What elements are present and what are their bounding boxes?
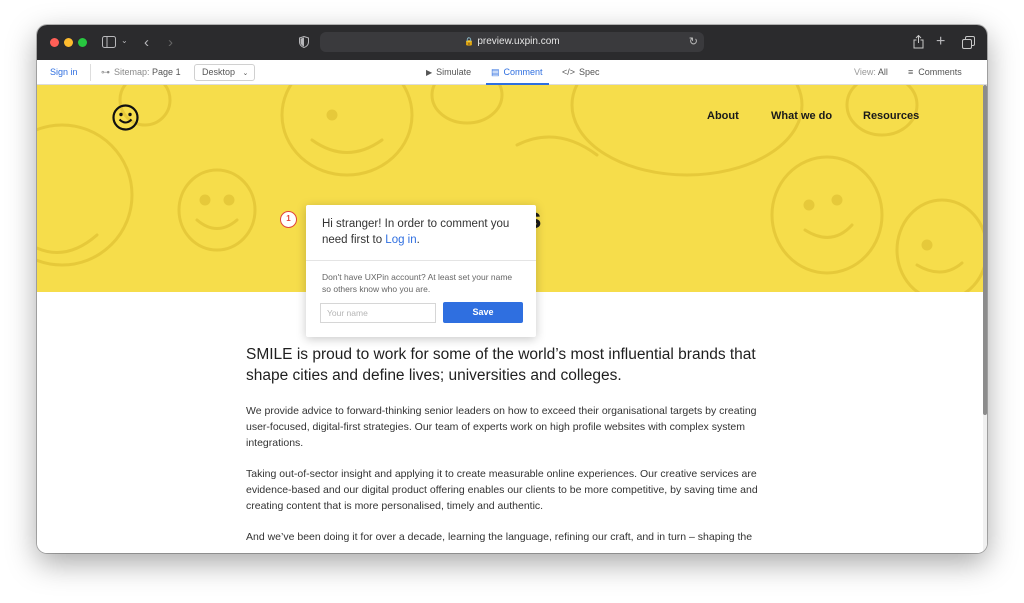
comment-icon: ▤ [491, 67, 500, 77]
popup-note: Don't have UXPin account? At least set y… [322, 272, 513, 294]
intro-lead: SMILE is proud to work for some of the w… [246, 346, 756, 384]
address-bar[interactable]: 🔒 preview.uxpin.com ↻ [320, 32, 704, 52]
nav-resources[interactable]: Resources [863, 110, 919, 122]
comment-label: Comment [503, 67, 543, 77]
scrollbar[interactable] [983, 85, 987, 553]
sitemap-page: Page 1 [152, 67, 181, 77]
popup-greeting: Hi stranger! In order to comment you nee… [322, 216, 522, 248]
list-icon: ≡ [908, 67, 914, 77]
sitemap-icon: ⊶ [101, 67, 110, 77]
nav-what-we-do[interactable]: What we do [771, 110, 832, 122]
nav-about[interactable]: About [707, 110, 739, 122]
sitemap-button[interactable]: ⊶ Sitemap: Page 1 [101, 60, 181, 85]
comment-marker[interactable]: 1 [280, 211, 297, 228]
scrollbar-thumb[interactable] [983, 85, 987, 415]
view-value: All [877, 67, 888, 77]
sidebar-toggle-icon[interactable] [102, 36, 116, 50]
forward-icon[interactable]: › [168, 35, 173, 50]
close-window-button[interactable] [50, 38, 59, 47]
share-icon[interactable] [913, 34, 924, 51]
comment-popup: Hi stranger! In order to comment you nee… [306, 205, 536, 337]
shield-icon[interactable] [299, 35, 309, 50]
greeting-end: . [416, 234, 420, 246]
uxpin-toolbar: Sign in ⊶ Sitemap: Page 1 Desktop ⌄ ▶ Simu… [37, 60, 987, 85]
lock-icon: 🔒 [464, 37, 475, 46]
new-tab-icon[interactable]: + [936, 34, 945, 50]
toolbar-divider [90, 64, 91, 81]
device-select[interactable]: Desktop ⌄ [194, 64, 255, 81]
view-label: View: [854, 67, 876, 77]
browser-titlebar: ⌄ ‹ › 🔒 preview.uxpin.com ↻ + [37, 25, 987, 60]
device-value: Desktop [202, 67, 236, 77]
minimize-window-button[interactable] [64, 38, 73, 47]
back-icon[interactable]: ‹ [144, 35, 149, 50]
smiley-logo-icon[interactable] [112, 104, 139, 131]
body-paragraph: Taking out-of-sector insight and applyin… [246, 468, 758, 512]
chevron-down-icon[interactable]: ⌄ [121, 37, 128, 45]
spec-label: Spec [579, 67, 600, 77]
save-button[interactable]: Save [443, 302, 523, 323]
view-filter[interactable]: View: All [854, 60, 888, 85]
name-input[interactable] [320, 303, 436, 323]
play-icon: ▶ [426, 68, 433, 77]
sitemap-label: Sitemap: [114, 67, 150, 77]
browser-window: ⌄ ‹ › 🔒 preview.uxpin.com ↻ + Sign in ⊶ Si… [37, 25, 987, 553]
sign-in-link[interactable]: Sign in [50, 60, 78, 85]
comment-tab[interactable]: ▤ Comment [491, 60, 543, 85]
popup-divider [306, 260, 536, 261]
url-text: preview.uxpin.com [477, 36, 560, 47]
body-paragraph: And we’ve been doing it for over a decad… [246, 531, 753, 543]
log-in-link[interactable]: Log in [385, 234, 416, 246]
comments-label: Comments [918, 67, 962, 77]
code-icon: </> [562, 67, 576, 77]
zoom-window-button[interactable] [78, 38, 87, 47]
chevron-down-icon: ⌄ [242, 70, 249, 77]
tab-overview-icon[interactable] [962, 36, 975, 51]
reload-icon[interactable]: ↻ [689, 32, 698, 52]
simulate-tab[interactable]: ▶ Simulate [426, 60, 471, 85]
spec-tab[interactable]: </> Spec [562, 60, 600, 85]
comments-button[interactable]: ≡ Comments [908, 60, 962, 85]
prototype-canvas: About What we do Resources us SMILE is p… [37, 85, 987, 553]
simulate-label: Simulate [436, 67, 472, 77]
body-paragraph: We provide advice to forward-thinking se… [246, 405, 757, 449]
